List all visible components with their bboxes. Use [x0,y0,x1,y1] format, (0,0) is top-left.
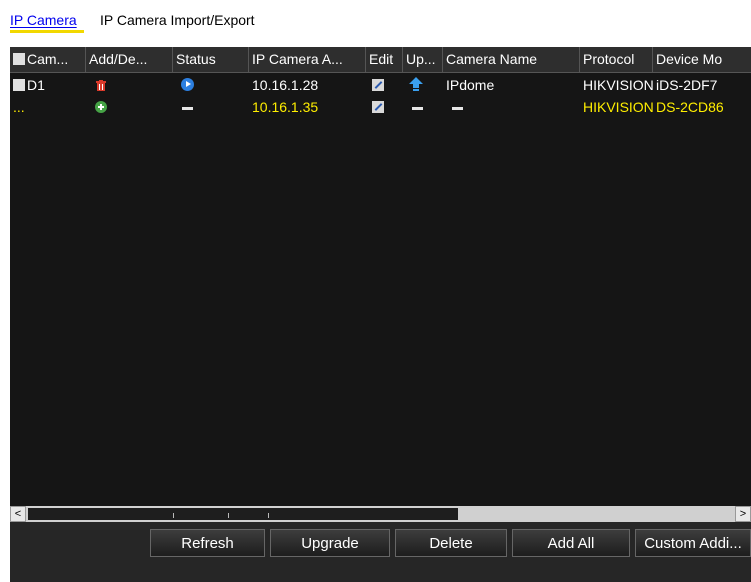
add-delete-cell [86,96,173,118]
status-cell [173,96,249,118]
trash-icon[interactable] [96,80,106,91]
refresh-button[interactable]: Refresh [150,529,265,557]
thumb-tick [173,513,174,518]
scroll-left-button[interactable]: < [10,506,26,522]
select-all-checkbox[interactable] [13,53,25,65]
column-header-protocol[interactable]: Protocol [580,47,653,72]
active-tab-indicator [10,30,84,33]
add-icon[interactable] [95,101,107,113]
upgrade-cell [403,96,443,118]
camera-cell: D1 [10,74,86,96]
status-cell [173,74,249,96]
column-header-upgrade[interactable]: Up... [403,47,443,72]
status-empty-dash [182,106,193,110]
scroll-right-button[interactable]: > [735,506,751,522]
upgrade-empty-dash [412,106,423,110]
edit-cell [366,96,403,118]
thumb-tick [268,513,269,518]
protocol-cell: HIKVISION [583,99,653,115]
column-header-device-model[interactable]: Device Mo [653,47,751,72]
ip-address-cell: 10.16.1.35 [252,99,319,115]
column-header-ip-address[interactable]: IP Camera A... [249,47,366,72]
ip-camera-panel: Cam... Add/De... Status IP Camera A... E… [10,47,751,582]
tab-bar: IP Camera IP Camera Import/Export [0,0,751,38]
tab-ip-camera-import-export[interactable]: IP Camera Import/Export [100,12,255,28]
add-delete-cell [86,74,173,96]
play-icon[interactable] [181,78,194,91]
column-header-status[interactable]: Status [173,47,249,72]
edit-cell [366,74,403,96]
button-bar: Refresh Upgrade Delete Add All Custom Ad… [10,529,751,582]
tab-ip-camera[interactable]: IP Camera [10,12,77,28]
camera-name-cell: IPdome [446,77,495,93]
column-header-edit[interactable]: Edit [366,47,403,72]
add-all-button[interactable]: Add All [512,529,630,557]
column-header-camera[interactable]: Cam... [10,47,86,72]
device-model-cell: DS-2CD86 [656,99,724,115]
protocol-cell: HIKVISION [583,77,653,93]
edit-icon[interactable] [372,79,384,91]
table-row[interactable]: ... 10.16.1.35 HIKVISION DS-2CD86 [10,96,751,118]
camera-table: Cam... Add/De... Status IP Camera A... E… [10,47,751,522]
device-model-cell: iDS-2DF7 [656,77,718,93]
edit-icon[interactable] [372,101,384,113]
camera-name-cell [443,96,580,118]
table-row[interactable]: D1 10.16.1.28 IPdome HIKVISION iDS-2DF7 [10,74,751,96]
row-checkbox[interactable] [13,79,25,91]
ip-address-cell: 10.16.1.28 [252,77,319,93]
custom-add-button[interactable]: Custom Addi... [635,529,751,557]
delete-button[interactable]: Delete [395,529,507,557]
upgrade-button[interactable]: Upgrade [270,529,390,557]
upgrade-icon[interactable] [409,77,423,91]
horizontal-scrollbar[interactable]: < > [10,506,751,522]
column-header-camera-name[interactable]: Camera Name [443,47,580,72]
camera-cell: ... [13,99,25,115]
table-header: Cam... Add/De... Status IP Camera A... E… [10,47,751,73]
column-header-add-delete[interactable]: Add/De... [86,47,173,72]
scrollbar-thumb[interactable] [28,508,458,520]
thumb-tick [228,513,229,518]
upgrade-cell [403,74,443,96]
camera-name-empty-dash [452,106,463,110]
